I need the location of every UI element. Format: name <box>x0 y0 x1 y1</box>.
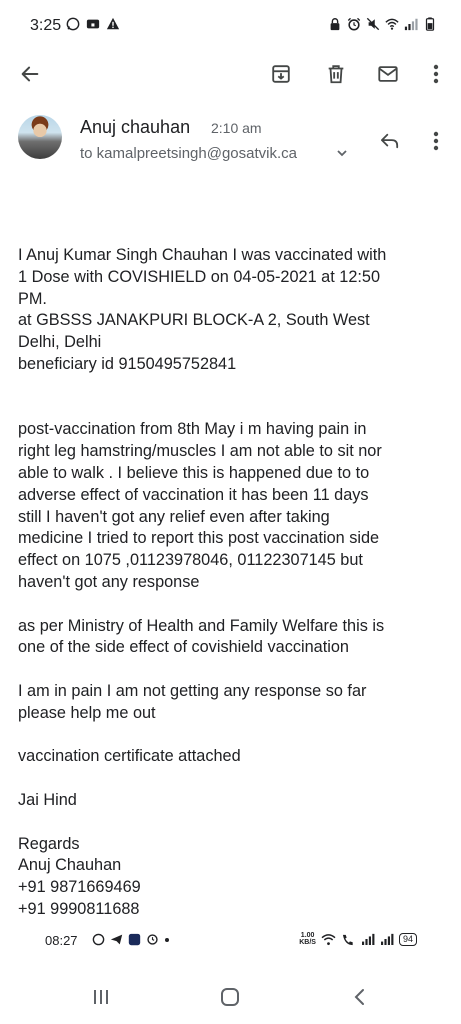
status-time: 3:25 <box>30 17 62 34</box>
back-icon <box>21 66 39 82</box>
app-bar <box>0 52 461 96</box>
signal-2-icon <box>380 933 394 945</box>
chevron-down-icon[interactable] <box>336 148 348 158</box>
battery-icon <box>425 17 435 31</box>
alarm-icon <box>347 17 361 31</box>
embedded-time: 08:27 <box>45 933 78 948</box>
signal-icon <box>404 18 418 31</box>
body-paragraph-symptoms: post-vaccination from 8th May i m having… <box>18 420 382 591</box>
more-options-button[interactable] <box>418 56 454 92</box>
status-bar: 3:25 ▪ <box>0 0 461 52</box>
archive-button[interactable] <box>263 56 299 92</box>
telegram-icon <box>110 934 123 945</box>
signal-icon <box>361 933 375 945</box>
battery-level: 94 <box>398 932 417 946</box>
more-notifications-icon <box>165 937 169 942</box>
sender-name[interactable]: Anuj chauhan <box>80 117 190 138</box>
volte-call-icon <box>342 934 353 945</box>
lock-icon <box>330 18 340 31</box>
app-icon <box>128 933 141 946</box>
more-vert-icon <box>433 131 439 151</box>
home-button[interactable] <box>215 984 245 1010</box>
body-paragraph-request: I am in pain I am not getting any respon… <box>18 681 367 722</box>
avatar[interactable] <box>18 115 62 159</box>
notification-icon: ▪ <box>86 19 100 29</box>
back-nav-button[interactable] <box>345 984 375 1010</box>
reply-button[interactable] <box>374 125 406 157</box>
system-nav-bar <box>0 970 461 1024</box>
body-paragraph-attachment: vaccination certificate attached <box>18 747 241 766</box>
body-paragraph-jai-hind: Jai Hind <box>18 790 77 809</box>
sync-icon <box>147 934 158 945</box>
email-header: Anuj chauhan 2:10 am to kamalpreetsingh@… <box>0 105 461 175</box>
message-more-button[interactable] <box>420 125 452 157</box>
body-paragraph-ministry: as per Ministry of Health and Family Wel… <box>18 616 385 657</box>
network-speed: 1.00 KB/S <box>299 932 316 946</box>
wifi-icon <box>385 18 399 30</box>
recents-icon <box>94 990 108 1004</box>
delete-icon <box>328 65 344 84</box>
wifi-icon <box>321 933 336 945</box>
sent-time: 2:10 am <box>211 120 262 136</box>
whatsapp-icon <box>92 933 105 946</box>
home-icon <box>221 988 239 1006</box>
alert-icon <box>106 17 120 30</box>
body-signature: Regards Anuj Chauhan +91 9871669469 +91 … <box>18 834 141 918</box>
embedded-status-bar: 08:27 1.00 KB/S 94 <box>0 928 461 954</box>
recents-button[interactable] <box>86 984 116 1010</box>
back-nav-icon <box>354 989 364 1005</box>
mail-icon <box>378 66 398 82</box>
mute-icon <box>366 17 380 31</box>
reply-icon <box>381 133 399 149</box>
recipient-line[interactable]: to kamalpreetsingh@gosatvik.ca <box>80 145 297 162</box>
back-button[interactable] <box>12 56 48 92</box>
body-paragraph-intro: I Anuj Kumar Singh Chauhan I was vaccina… <box>18 246 387 373</box>
more-icon <box>433 64 439 84</box>
delete-button[interactable] <box>318 56 354 92</box>
archive-icon <box>272 65 290 83</box>
email-body: I Anuj Kumar Singh Chauhan I was vaccina… <box>18 245 448 921</box>
svg-text:▪: ▪ <box>91 22 95 29</box>
whatsapp-icon <box>66 17 80 31</box>
mark-unread-button[interactable] <box>370 56 406 92</box>
